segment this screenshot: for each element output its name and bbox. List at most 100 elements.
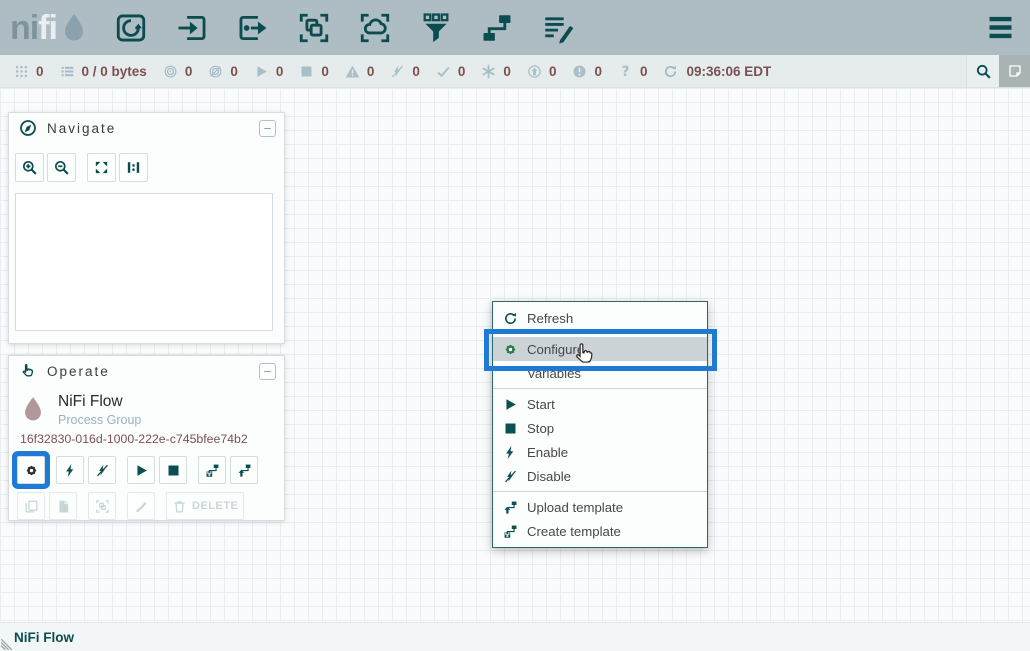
operate-button-change-color[interactable] [127, 492, 155, 520]
play-icon [134, 463, 149, 478]
search-button[interactable] [966, 55, 999, 87]
paste-icon [56, 499, 71, 514]
notes-button[interactable] [999, 55, 1030, 87]
menu-item-create-template[interactable]: Create template [493, 519, 707, 543]
nifi-logo: nifi [10, 6, 90, 50]
status-counter-disabled: 0 [390, 64, 420, 79]
navigate-button-zoom-in[interactable] [15, 153, 44, 182]
operate-button-enable[interactable] [56, 456, 84, 484]
navigate-button-zoom-out[interactable] [47, 153, 76, 182]
status-count: 0 [458, 64, 466, 79]
breadcrumb-item[interactable]: NiFi Flow [14, 630, 74, 645]
menu-divider [493, 333, 707, 334]
label-icon [541, 11, 575, 45]
last-refresh-time: 09:36:06 EDT [663, 64, 771, 79]
status-count: 0 [367, 64, 375, 79]
menu-item-configure[interactable]: Configure [493, 337, 707, 361]
menu-item-upload-template[interactable]: Upload template [493, 495, 707, 519]
navigate-title: Navigate [47, 121, 116, 136]
operate-button-disable[interactable] [88, 456, 116, 484]
fit-icon [93, 159, 110, 176]
refresh-icon[interactable] [663, 64, 678, 79]
status-counter-invalid: 0 [345, 64, 375, 79]
component-toolbar [114, 11, 575, 45]
stop-icon [166, 463, 181, 478]
logo-text-fi: fi [38, 11, 57, 45]
menu-item-label: Start [527, 397, 555, 412]
menu-item-label: Configure [527, 342, 584, 357]
menu-item-start[interactable]: Start [493, 392, 707, 416]
bolt-slash-icon [95, 463, 110, 478]
upload-template-icon [237, 463, 252, 478]
status-count: 0 [185, 64, 193, 79]
toolbar-item-label[interactable] [541, 11, 575, 45]
menu-item-icon [503, 366, 518, 381]
processor-icon [114, 11, 148, 45]
status-count: 0 [594, 64, 602, 79]
menu-item-label: Create template [527, 524, 621, 539]
menu-item-label: Stop [527, 421, 554, 436]
operate-button-paste[interactable] [49, 492, 77, 520]
exclamation-circle-icon [572, 64, 587, 79]
operate-button-delete[interactable]: DELETE [166, 492, 244, 520]
toolbar-item-remote-process-group[interactable] [358, 11, 392, 45]
operate-button-configuration[interactable] [17, 456, 45, 484]
status-counter-stopped: 0 [299, 64, 329, 79]
status-counter-transmitting: 0 [163, 64, 193, 79]
selection-title: NiFi Flow [58, 393, 141, 411]
menu-item-icon [503, 311, 518, 326]
menu-item-refresh[interactable]: Refresh [493, 306, 707, 330]
breadcrumb-bar: NiFi Flow [0, 622, 1030, 651]
menu-item-stop[interactable]: Stop [493, 416, 707, 440]
operate-button-group[interactable] [88, 492, 116, 520]
menu-item-label: Enable [527, 445, 568, 460]
toolbar-item-process-group[interactable] [297, 11, 331, 45]
status-bar: 00 / 0 bytes0000000000?0 09:36:06 EDT [0, 55, 1030, 88]
toolbar-item-template[interactable] [480, 11, 514, 45]
navigate-minimize-button[interactable] [259, 120, 276, 137]
menu-item-enable[interactable]: Enable [493, 440, 707, 464]
birdseye-view[interactable] [15, 193, 273, 331]
zoom-out-icon [53, 159, 70, 176]
operate-minimize-button[interactable] [259, 363, 276, 380]
navigate-button-zoom-actual[interactable] [119, 153, 148, 182]
check-icon [436, 64, 451, 79]
operate-button-stop[interactable] [159, 456, 187, 484]
status-count: 0 [276, 64, 284, 79]
status-counter-locally-modified: 0 [481, 64, 511, 79]
menu-item-icon [503, 397, 518, 412]
nifi-app: nifi 00 / 0 bytes0000000000?0 09:36:06 E… [0, 0, 1030, 651]
operate-button-copy[interactable] [17, 492, 45, 520]
logo-text-ni: ni [10, 11, 38, 45]
toolbar-item-input-port[interactable] [175, 11, 209, 45]
selection-text: NiFi Flow Process Group [58, 391, 141, 427]
operate-header: Operate [9, 356, 284, 386]
toolbar-item-processor[interactable] [114, 11, 148, 45]
svg-text:?: ? [621, 64, 629, 79]
status-count: 0 [321, 64, 329, 79]
toolbar-item-funnel[interactable] [419, 11, 453, 45]
zoom-in-icon [21, 159, 38, 176]
brush-icon [134, 499, 149, 514]
menu-divider [493, 491, 707, 492]
resize-grip-icon[interactable] [1, 639, 12, 650]
bolt-icon [63, 463, 78, 478]
toolbar-item-output-port[interactable] [236, 11, 270, 45]
flow-canvas[interactable]: Navigate Operate NiFi Flow Process Group [0, 88, 1030, 622]
operate-button-upload-template[interactable] [230, 456, 258, 484]
operate-button-start[interactable] [127, 456, 155, 484]
status-count: 0 [640, 64, 648, 79]
menu-item-disable[interactable]: Disable [493, 464, 707, 488]
selection-id: 16f32830-016d-1000-222e-c745bfee74b2 [20, 432, 284, 446]
operate-button-create-template[interactable] [198, 456, 226, 484]
context-menu: Refresh Configure Variables Start Stop Enable… [492, 301, 708, 548]
bolt-slash-icon [390, 64, 405, 79]
status-counter-queued: 0 / 0 bytes [60, 64, 147, 79]
global-menu-button[interactable] [985, 12, 1016, 43]
menu-item-variables[interactable]: Variables [493, 361, 707, 385]
compass-icon [19, 119, 37, 137]
navigate-button-zoom-fit[interactable] [87, 153, 116, 182]
warning-icon [345, 64, 360, 79]
note-icon [1007, 63, 1023, 79]
app-header: nifi [0, 0, 1030, 55]
